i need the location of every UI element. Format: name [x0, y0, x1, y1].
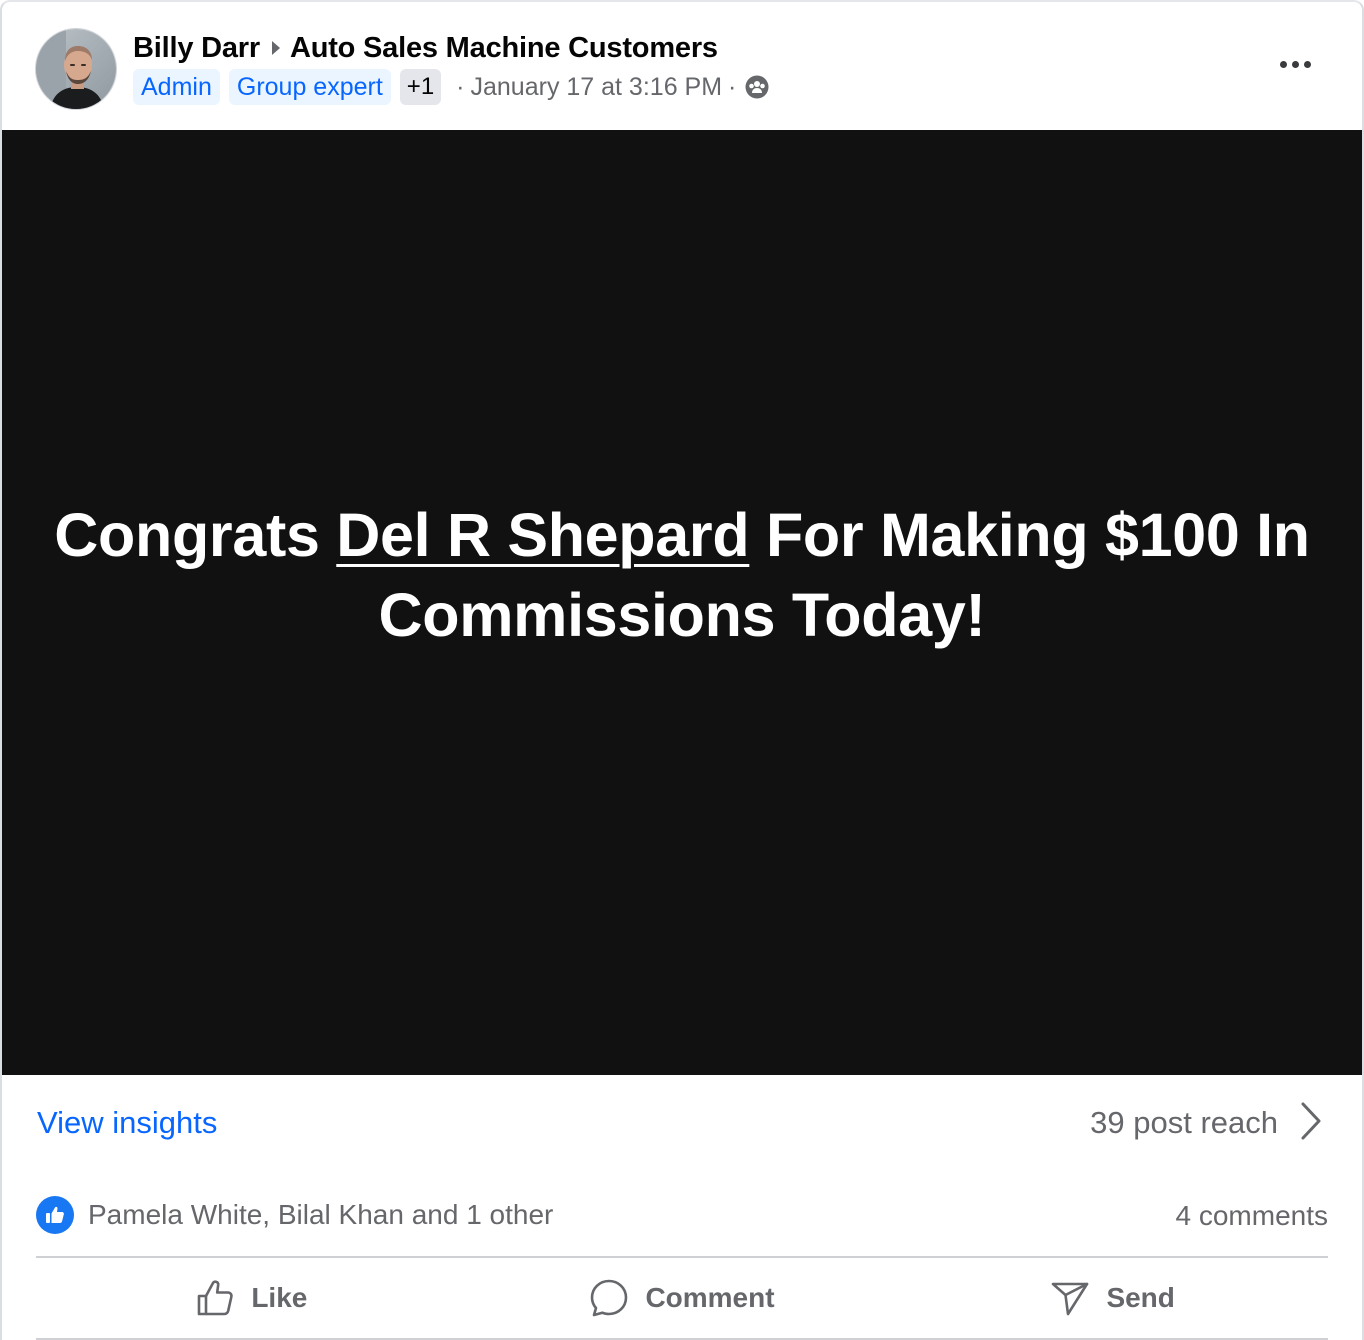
post-reach-button[interactable]: 39 post reach	[1090, 1101, 1322, 1145]
reactions-summary: Pamela White, Bilal Khan and 1 other 4 c…	[36, 1192, 1328, 1238]
post-text-start: Congrats	[54, 501, 337, 569]
mention-link[interactable]: Del R Shepard	[336, 501, 749, 569]
author-name[interactable]: Billy Darr	[133, 32, 260, 65]
post-actions: Like Comment Send	[36, 1258, 1328, 1338]
send-button[interactable]: Send	[897, 1258, 1328, 1338]
author-line: Billy Darr Auto Sales Machine Customers	[133, 30, 718, 66]
post-reach-label: 39 post reach	[1090, 1105, 1278, 1140]
comments-count[interactable]: 4 comments	[1176, 1200, 1329, 1232]
send-label: Send	[1106, 1282, 1175, 1313]
send-icon	[1052, 1282, 1089, 1316]
admin-badge[interactable]: Admin	[133, 69, 220, 105]
group-members-icon[interactable]	[744, 74, 770, 100]
comment-bubble-icon	[591, 1279, 628, 1317]
triangle-right-icon	[270, 39, 282, 57]
like-button[interactable]: Like	[36, 1258, 467, 1338]
insights-bar: View insights 39 post reach	[2, 1075, 1362, 1173]
like-label: Like	[251, 1282, 308, 1313]
post-header: Billy Darr Auto Sales Machine Customers …	[2, 2, 1362, 130]
meta-separator: ·	[728, 72, 737, 101]
post-media[interactable]: Congrats Del R Shepard For Making $100 I…	[2, 130, 1362, 1075]
view-insights-link[interactable]: View insights	[37, 1105, 217, 1141]
like-reaction-icon	[36, 1196, 74, 1234]
more-options-icon[interactable]	[1270, 44, 1320, 84]
group-name[interactable]: Auto Sales Machine Customers	[290, 32, 718, 65]
avatar-photo	[36, 29, 116, 109]
thumbs-up-icon	[198, 1280, 234, 1316]
comment-label: Comment	[645, 1282, 775, 1313]
post-text: Congrats Del R Shepard For Making $100 I…	[52, 495, 1312, 655]
more-badges-button[interactable]: +1	[399, 69, 442, 105]
meta-separator: ·	[456, 72, 465, 101]
author-avatar[interactable]	[35, 28, 117, 110]
group-expert-badge[interactable]: Group expert	[228, 69, 391, 105]
post-timestamp[interactable]: January 17 at 3:16 PM	[471, 73, 723, 102]
reactors-button[interactable]: Pamela White, Bilal Khan and 1 other	[36, 1196, 553, 1234]
reactors-names: Pamela White, Bilal Khan and 1 other	[88, 1199, 554, 1230]
post-card: Billy Darr Auto Sales Machine Customers …	[0, 0, 1364, 1340]
post-meta: Admin Group expert +1 · January 17 at 3:…	[133, 68, 770, 106]
chevron-right-icon	[1300, 1101, 1322, 1146]
comment-button[interactable]: Comment	[467, 1258, 898, 1338]
